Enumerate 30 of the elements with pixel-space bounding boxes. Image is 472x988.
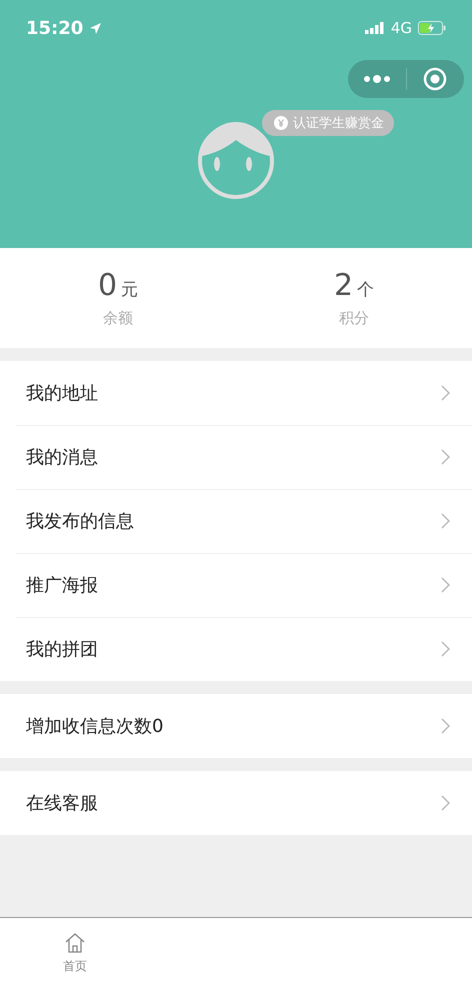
chevron-icon [441,718,450,734]
home-tab[interactable]: 首页 [0,918,150,988]
stat-label: 余额 [103,309,133,328]
battery-icon [418,21,446,35]
stat-label: 积分 [339,309,369,328]
menu-label: 在线客服 [26,792,98,815]
chevron-icon [441,641,450,657]
home-icon [64,932,86,954]
more-icon[interactable] [362,75,391,83]
chevron-icon [441,513,450,529]
location-arrow-icon [89,22,102,34]
yuan-coin-icon [274,116,288,130]
menu-label: 我的地址 [26,382,98,405]
menu-label: 我的消息 [26,446,98,469]
stat-unit: 元 [121,279,138,301]
network-type: 4G [390,19,412,37]
chevron-icon [441,449,450,465]
stat-unit: 个 [357,279,374,301]
status-time: 15:20 [26,18,84,38]
menu-label: 我发布的信息 [26,510,134,533]
menu-label: 增加收信息次数0 [26,715,164,738]
chevron-icon [441,577,450,593]
chevron-icon [441,385,450,401]
menu-label: 我的拼团 [26,638,98,661]
avatar-icon[interactable] [197,122,275,200]
stat-value: 2 [334,268,354,303]
menu-label: 推广海报 [26,574,98,597]
chevron-icon [441,795,450,811]
signal-icon [364,22,385,34]
stat-value: 0 [98,268,118,303]
